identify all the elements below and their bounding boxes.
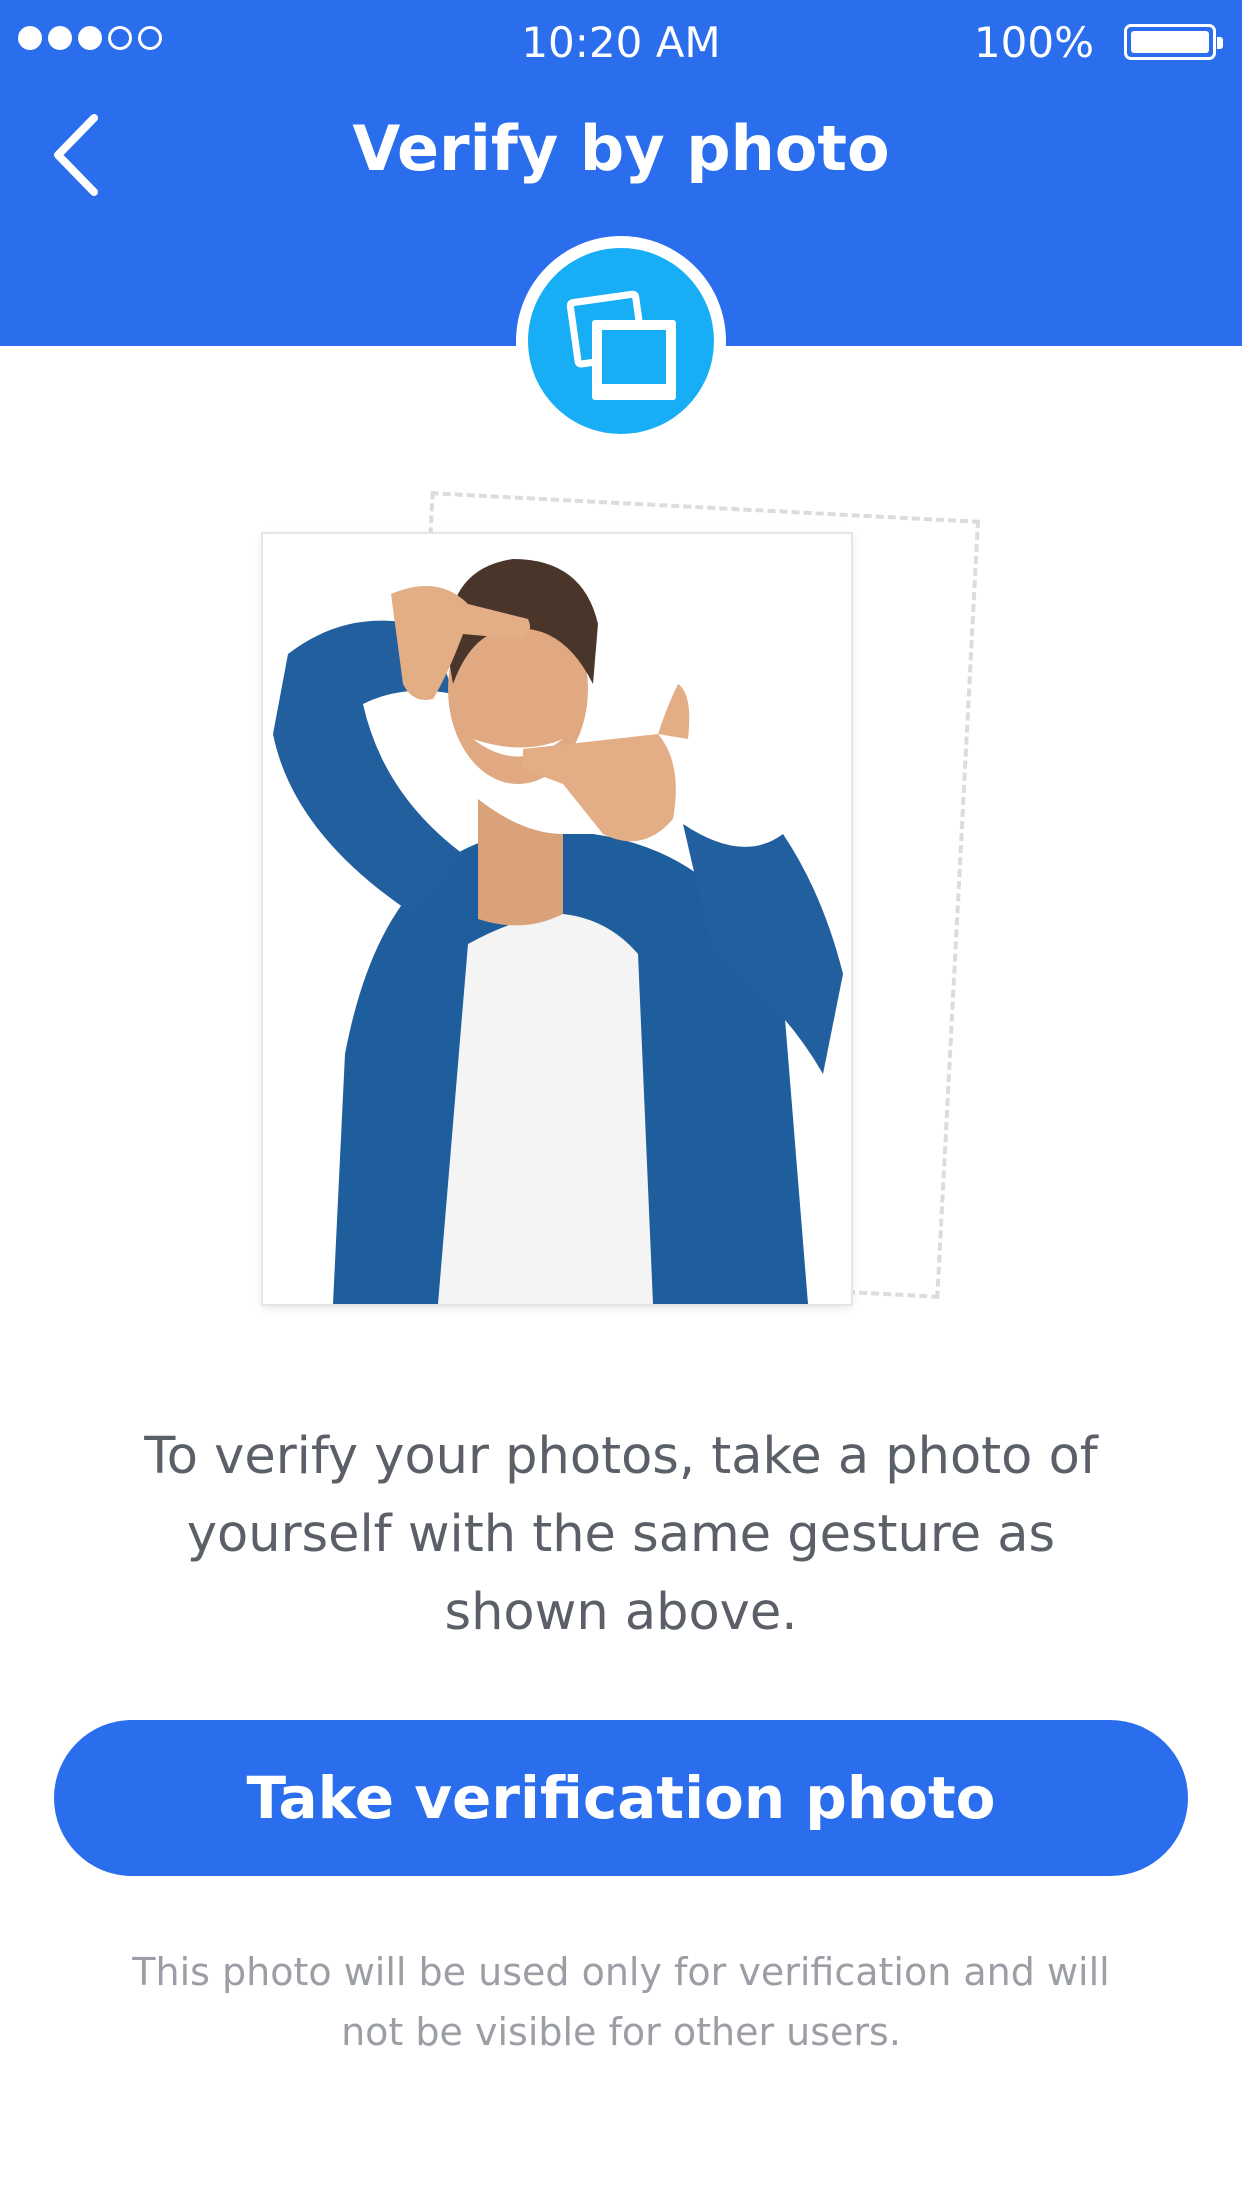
example-gesture-photo: [263, 534, 851, 1304]
battery-icon: [1124, 24, 1223, 60]
take-verification-photo-button[interactable]: Take verification photo: [54, 1720, 1188, 1876]
photos-badge: [516, 236, 726, 446]
privacy-note: This photo will be used only for verific…: [132, 1950, 1110, 2054]
battery-percent: 100%: [973, 18, 1094, 67]
status-bar: 10:20 AM 100%: [0, 0, 1242, 90]
page-title: Verify by photo: [352, 112, 890, 185]
instruction-text: To verify your photos, take a photo of y…: [144, 1427, 1098, 1642]
photos-icon: [566, 290, 676, 400]
